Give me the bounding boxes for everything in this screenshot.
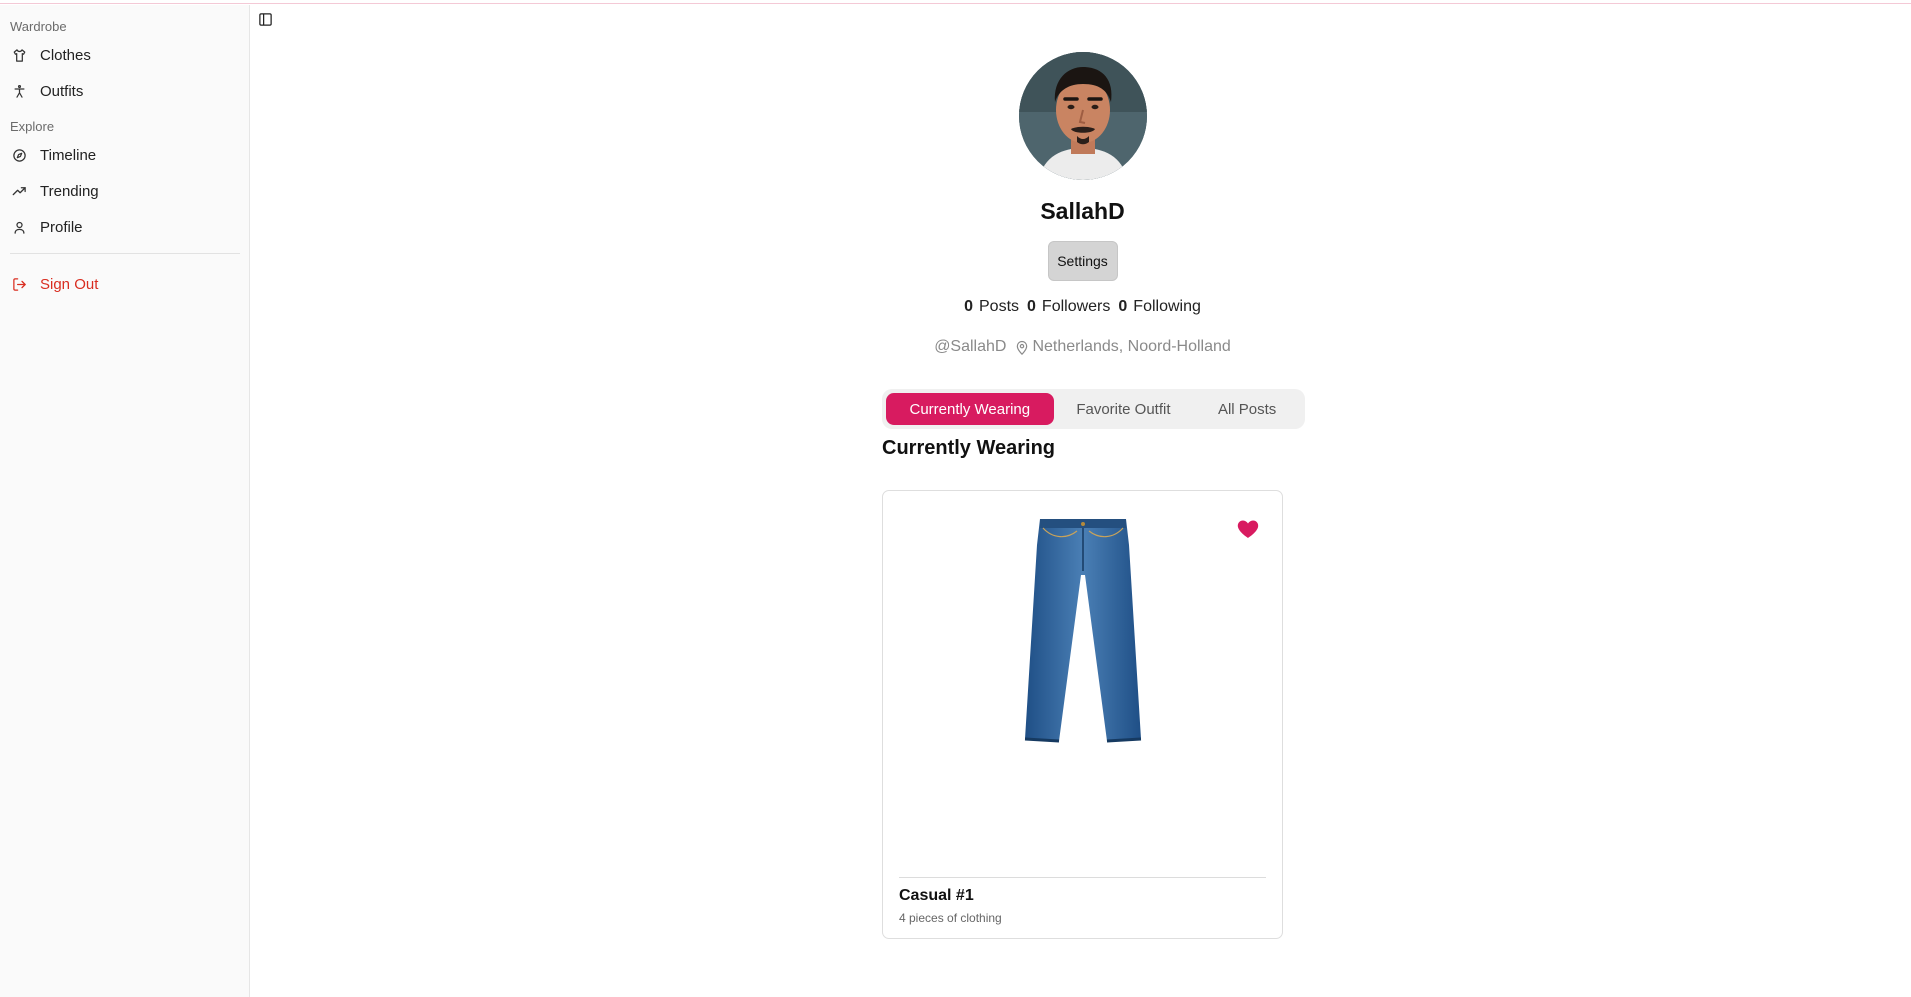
- stat-label: Followers: [1041, 298, 1111, 315]
- stat-value: 0: [1118, 298, 1128, 315]
- avatar: [1018, 52, 1147, 180]
- stat-posts[interactable]: 0 Posts: [964, 298, 1019, 316]
- map-pin-icon: [1017, 340, 1028, 355]
- sidebar-item-label: Profile: [40, 218, 83, 236]
- top-accent-bar: [0, 0, 1911, 4]
- sidebar-group-explore: Explore: [10, 118, 55, 134]
- outfit-card[interactable]: Casual #1 4 pieces of clothing: [882, 490, 1283, 939]
- profile-username: SallahD: [1040, 198, 1125, 224]
- stat-label: Following: [1133, 298, 1201, 315]
- stat-label: Posts: [979, 298, 1020, 315]
- sign-out-label: Sign Out: [40, 275, 99, 293]
- profile-stats: 0 Posts 0 Followers 0 Following: [964, 298, 1201, 316]
- trending-up-icon: [11, 183, 27, 199]
- card-divider: [899, 877, 1266, 878]
- stat-value: 0: [1027, 298, 1036, 315]
- heart-icon[interactable]: [1236, 517, 1260, 541]
- sidebar-item-label: Clothes: [40, 46, 91, 64]
- profile-handle: @SallahD: [934, 338, 1007, 355]
- stat-followers[interactable]: 0 Followers: [1027, 298, 1110, 316]
- section-title: Currently Wearing: [882, 437, 1055, 459]
- profile-header: SallahD Settings 0 Posts 0 Followers 0 Foll…: [882, 52, 1283, 356]
- stat-following[interactable]: 0 Following: [1118, 298, 1201, 316]
- sidebar-group-wardrobe: Wardrobe: [10, 18, 67, 34]
- shirt-icon: [11, 47, 27, 63]
- tab-all-posts[interactable]: All Posts: [1193, 393, 1301, 425]
- sidebar-divider: [10, 253, 240, 254]
- user-icon: [11, 219, 27, 235]
- log-out-icon: [11, 276, 27, 292]
- tab-currently-wearing[interactable]: Currently Wearing: [886, 393, 1054, 425]
- sidebar-item-trending[interactable]: Trending: [10, 173, 239, 209]
- sidebar-item-clothes[interactable]: Clothes: [10, 37, 239, 73]
- tab-favorite-outfit[interactable]: Favorite Outfit: [1054, 393, 1194, 425]
- jeans-image: [1024, 519, 1142, 743]
- outfit-subtitle: 4 pieces of clothing: [899, 911, 1002, 925]
- sidebar-item-timeline[interactable]: Timeline: [10, 137, 239, 173]
- settings-button[interactable]: Settings: [1047, 241, 1118, 281]
- profile-location: Netherlands, Noord-Holland: [1032, 338, 1231, 355]
- sidebar-item-profile[interactable]: Profile: [10, 209, 239, 245]
- sidebar-item-label: Timeline: [40, 146, 97, 164]
- main-content: SallahD Settings 0 Posts 0 Followers 0 Foll…: [251, 5, 1911, 997]
- sign-out-button[interactable]: Sign Out: [10, 266, 239, 302]
- sidebar-item-label: Outfits: [40, 82, 84, 100]
- person-icon: [11, 83, 27, 99]
- sidebar: Wardrobe Clothes Outfits Explore Timelin…: [0, 5, 250, 997]
- stat-value: 0: [964, 298, 973, 315]
- sidebar-item-label: Trending: [40, 182, 99, 200]
- outfit-title: Casual #1: [899, 887, 974, 904]
- profile-meta: @SallahD Netherlands, Noord-Holland: [934, 338, 1231, 356]
- compass-icon: [11, 147, 27, 163]
- sidebar-item-outfits[interactable]: Outfits: [10, 73, 239, 109]
- profile-tabs: Currently Wearing Favorite Outfit All Po…: [882, 389, 1305, 429]
